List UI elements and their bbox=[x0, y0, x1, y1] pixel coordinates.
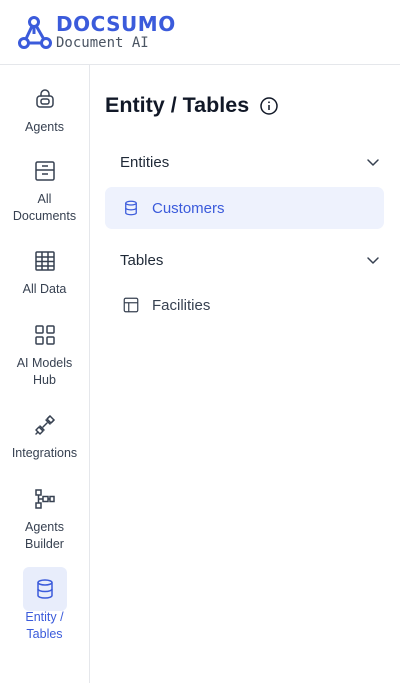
sidebar-item-label: Agents bbox=[25, 120, 64, 134]
sidebar-item-agents[interactable]: Agents bbox=[0, 77, 89, 136]
sidebar-item-label: Integrations bbox=[11, 446, 78, 460]
sidebar-item-all-data[interactable]: All Data bbox=[0, 239, 89, 298]
table-icon bbox=[123, 297, 139, 313]
table-item-label: Facilities bbox=[152, 296, 211, 314]
database-icon bbox=[36, 579, 53, 599]
tables-section-header[interactable]: Tables bbox=[105, 243, 385, 277]
workflow-icon bbox=[34, 489, 55, 509]
sidebar-item-label: All Data bbox=[22, 282, 67, 296]
page-title: Entity / Tables bbox=[105, 93, 250, 117]
entity-item-customers[interactable]: Customers bbox=[105, 187, 384, 229]
sidebar-item-agents-builder[interactable]: Agents Builder bbox=[0, 477, 89, 552]
section-title: Entities bbox=[120, 153, 170, 171]
main-content: Entity / Tables Entities Customers Table… bbox=[90, 65, 400, 683]
chevron-down-icon bbox=[367, 159, 379, 166]
sidebar-item-label: AI Models Hub bbox=[16, 356, 73, 387]
docsumo-logo-icon bbox=[18, 16, 52, 49]
table-grid-icon bbox=[34, 251, 55, 271]
sidebar-item-label: All Documents bbox=[12, 192, 77, 223]
sidebar-item-integrations[interactable]: Integrations bbox=[0, 403, 89, 462]
sidebar-nav: Agents All Documents All Data AI Models … bbox=[0, 65, 90, 683]
sidebar-item-ai-models-hub[interactable]: AI Models Hub bbox=[0, 313, 89, 388]
brand-tagline: Document AI bbox=[56, 35, 149, 51]
archive-icon bbox=[34, 161, 55, 181]
agent-icon bbox=[35, 89, 54, 108]
entities-section-header[interactable]: Entities bbox=[105, 145, 385, 179]
apps-grid-icon bbox=[34, 325, 55, 345]
database-icon bbox=[125, 200, 137, 216]
docsumo-logo[interactable]: DOCSUMO Document AI bbox=[18, 14, 176, 52]
table-item-facilities[interactable]: Facilities bbox=[105, 284, 384, 326]
section-title: Tables bbox=[120, 251, 164, 269]
sidebar-item-label: Agents Builder bbox=[25, 520, 64, 551]
brand-name: DOCSUMO bbox=[56, 12, 176, 36]
sidebar-item-label: Entity / Tables bbox=[25, 610, 64, 641]
sidebar-item-all-documents[interactable]: All Documents bbox=[0, 149, 89, 224]
app-header: DOCSUMO Document AI bbox=[0, 0, 400, 65]
plug-icon bbox=[34, 415, 55, 435]
sidebar-item-entity-tables[interactable]: Entity / Tables bbox=[0, 567, 89, 642]
entity-item-label: Customers bbox=[152, 199, 225, 217]
info-icon[interactable] bbox=[259, 96, 279, 116]
chevron-down-icon bbox=[367, 257, 379, 264]
